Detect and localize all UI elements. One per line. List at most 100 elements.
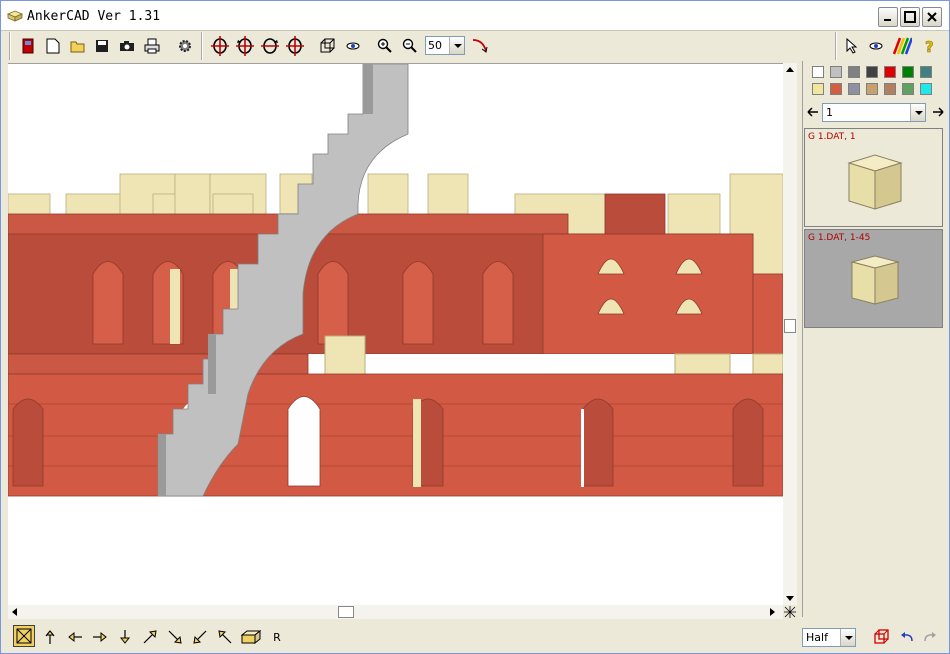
curve-tool-button[interactable] (469, 35, 491, 57)
arrow-right-icon (93, 631, 107, 643)
color-swatch[interactable] (884, 83, 896, 95)
gear-icon (179, 40, 191, 52)
rotate-left-icon (236, 36, 254, 56)
move-down-left-button[interactable] (189, 626, 211, 648)
rotate-horizontal-icon (286, 36, 304, 56)
horizontal-scroll-thumb[interactable] (338, 606, 354, 618)
rotate-left-button[interactable] (234, 35, 256, 57)
save-button[interactable] (91, 35, 113, 57)
view-3d-button[interactable] (317, 35, 339, 57)
color-swatch[interactable] (884, 66, 896, 78)
move-left-button[interactable] (64, 626, 86, 648)
part-thumbnail-label: G 1.DAT, 1 (808, 132, 856, 142)
wireframe-toggle-button[interactable] (871, 626, 893, 648)
snapshot-button[interactable] (116, 35, 138, 57)
color-swatch[interactable] (848, 83, 860, 95)
rainbow-stripes-icon (892, 37, 912, 55)
vertical-scroll-thumb[interactable] (784, 319, 796, 333)
view-toolbar-group: 50 (201, 32, 491, 60)
curve-arrow-icon (472, 39, 488, 53)
door-exit-icon (22, 38, 34, 54)
undo-button[interactable] (896, 626, 918, 648)
file-toolbar-group (9, 32, 199, 60)
app-logo-icon (7, 10, 23, 22)
part-thumbnail-selected[interactable]: G 1.DAT, 1-45 (804, 229, 943, 328)
arrow-down-icon (119, 630, 131, 644)
color-swatch[interactable] (920, 83, 932, 95)
vertical-scrollbar[interactable] (783, 63, 797, 605)
visibility-button[interactable] (865, 35, 887, 57)
drawing-canvas[interactable] (8, 63, 783, 605)
color-swatch[interactable] (830, 66, 842, 78)
color-swatch[interactable] (866, 66, 878, 78)
page-number-value: 1 (826, 106, 833, 119)
move-up-button[interactable] (39, 626, 61, 648)
color-swatch[interactable] (812, 83, 824, 95)
page-next-button[interactable] (932, 106, 944, 121)
question-mark-icon: ? (925, 38, 934, 54)
arrow-left-icon (68, 631, 82, 643)
maximize-button[interactable] (900, 7, 920, 27)
scroll-corner-button[interactable] (783, 605, 797, 619)
color-swatch[interactable] (902, 83, 914, 95)
cross-box-icon (16, 628, 32, 644)
color-swatch[interactable] (866, 83, 878, 95)
reset-label: R (273, 630, 281, 644)
minimize-icon (884, 19, 891, 21)
redo-button[interactable] (919, 626, 941, 648)
open-file-button[interactable] (67, 35, 89, 57)
place-block-button[interactable] (240, 626, 262, 648)
arrow-up-icon (45, 630, 55, 644)
move-down-button[interactable] (114, 626, 136, 648)
close-button[interactable] (922, 7, 942, 27)
move-up-left-button[interactable] (214, 626, 236, 648)
color-swatch[interactable] (812, 66, 824, 78)
move-down-right-button[interactable] (164, 626, 186, 648)
exit-button[interactable] (17, 35, 39, 57)
select-pointer-button[interactable] (841, 35, 863, 57)
chevron-down-icon[interactable] (910, 104, 925, 121)
page-prev-button[interactable] (807, 106, 819, 121)
floppy-save-icon (96, 40, 108, 52)
red-cube-icon (874, 629, 889, 644)
part-thumbnail-label: G 1.DAT, 1-45 (808, 233, 871, 243)
horizontal-scrollbar[interactable] (8, 605, 783, 619)
zoom-out-button[interactable] (399, 35, 421, 57)
color-swatch[interactable] (902, 66, 914, 78)
color-swatch[interactable] (848, 66, 860, 78)
block-icon (241, 630, 261, 644)
color-palette-button[interactable] (891, 35, 913, 57)
arrow-right-icon (770, 608, 775, 616)
page-number-select[interactable]: 1 (822, 103, 926, 122)
settings-button[interactable] (174, 35, 196, 57)
color-swatch[interactable] (830, 83, 842, 95)
arrow-up-icon (786, 67, 794, 72)
select-all-button[interactable] (13, 625, 35, 647)
minimize-button[interactable] (878, 7, 898, 27)
scroll-right-button[interactable] (765, 605, 779, 619)
color-swatch[interactable] (920, 66, 932, 78)
move-right-button[interactable] (89, 626, 111, 648)
rotate-right-icon (261, 38, 279, 54)
render-mode-select[interactable]: Half (802, 628, 856, 647)
zoom-level-select[interactable]: 50 (425, 36, 465, 55)
scroll-up-button[interactable] (783, 63, 797, 77)
zoom-out-icon (402, 38, 417, 53)
help-button[interactable]: ? (919, 35, 941, 57)
view-eye-button[interactable] (342, 35, 364, 57)
scroll-left-button[interactable] (8, 605, 22, 619)
print-button[interactable] (141, 35, 163, 57)
rotate-horizontal-button[interactable] (284, 35, 306, 57)
printer-icon (144, 38, 160, 54)
rotate-right-button[interactable] (259, 35, 281, 57)
chevron-down-icon[interactable] (449, 37, 464, 54)
part-thumbnail[interactable]: G 1.DAT, 1 (804, 128, 943, 227)
chevron-down-icon[interactable] (840, 629, 855, 646)
reset-button[interactable]: R (266, 626, 288, 648)
new-file-button[interactable] (42, 35, 64, 57)
rotate-vertical-button[interactable] (209, 35, 231, 57)
scroll-down-button[interactable] (783, 591, 797, 605)
close-icon (927, 12, 937, 22)
zoom-in-button[interactable] (374, 35, 396, 57)
move-up-right-button[interactable] (139, 626, 161, 648)
